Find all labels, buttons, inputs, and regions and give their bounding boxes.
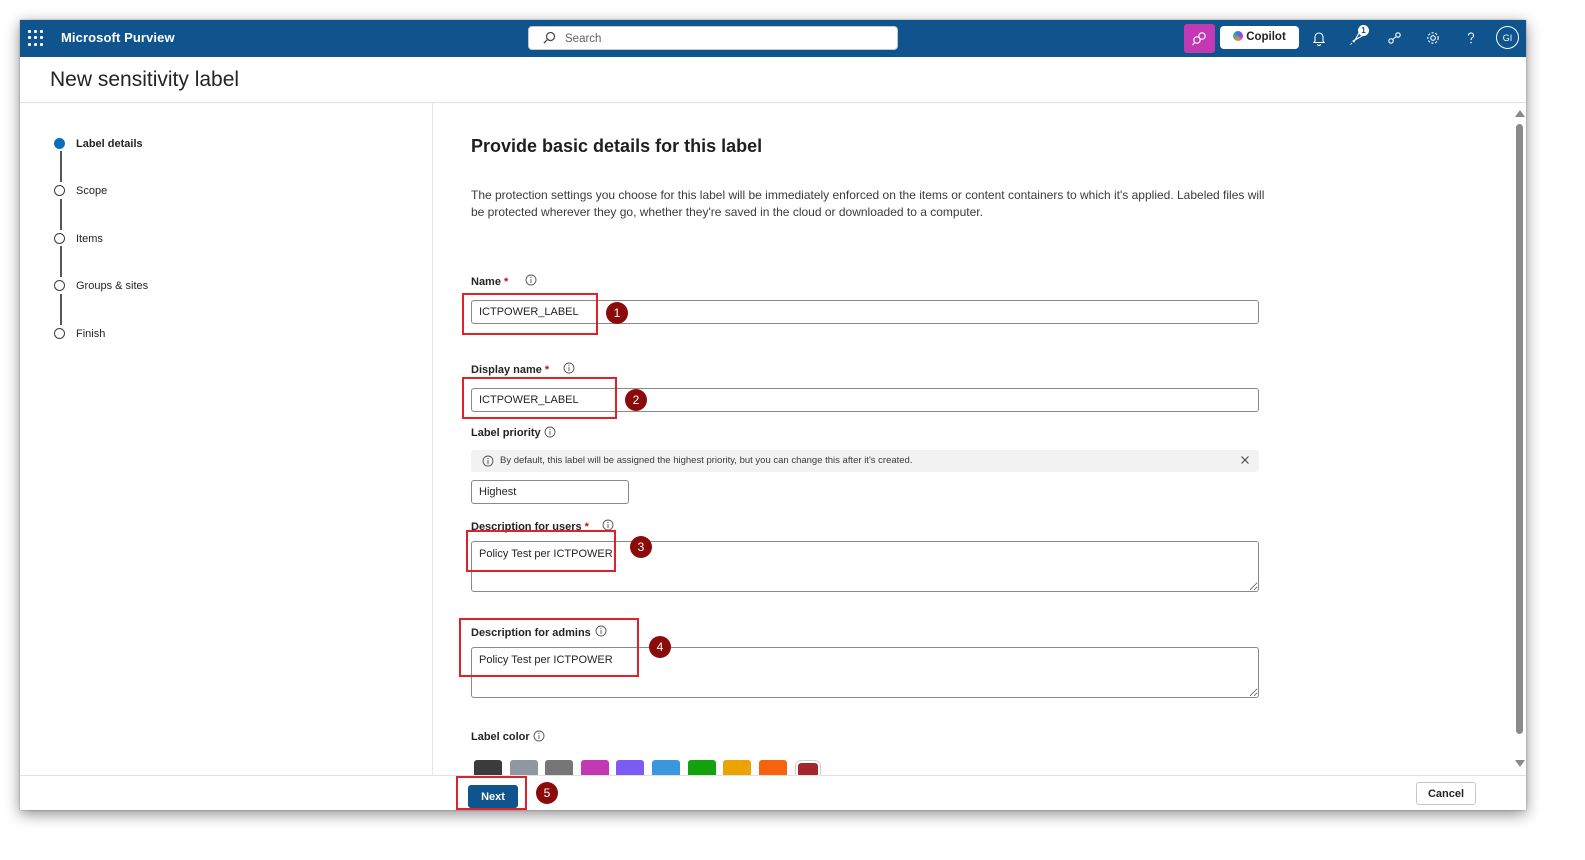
avatar[interactable]: GI — [1496, 26, 1519, 49]
gear-icon[interactable] — [1423, 28, 1443, 48]
step-label: Label details — [76, 138, 143, 150]
required-mark: * — [503, 276, 509, 288]
copilot-app-button[interactable] — [1184, 24, 1215, 53]
description-users-label: Description for users * — [471, 521, 589, 533]
step-label: Scope — [76, 185, 108, 197]
callout-number-4: 4 — [649, 636, 671, 658]
search-box[interactable] — [528, 26, 898, 50]
step-connector — [60, 294, 62, 325]
scroll-down-arrow[interactable] — [1515, 760, 1525, 767]
section-title: Provide basic details for this label — [471, 136, 763, 156]
priority-notice: By default, this label will be assigned … — [471, 450, 1259, 472]
description-admins-label: Description for admins — [471, 627, 591, 639]
step-connector — [60, 151, 62, 182]
display-name-label-text: Display name — [471, 364, 542, 376]
info-icon[interactable] — [525, 274, 537, 286]
help-icon[interactable] — [1461, 28, 1481, 48]
info-icon[interactable] — [563, 362, 575, 374]
search-input[interactable] — [563, 29, 887, 49]
callout-number-5: 5 — [536, 782, 558, 804]
display-name-input[interactable] — [471, 388, 1259, 412]
search-icon — [543, 31, 556, 44]
intro-text: The protection settings you choose for t… — [471, 188, 1265, 219]
step-indicator — [54, 280, 65, 291]
scroll-up-arrow[interactable] — [1515, 110, 1525, 117]
notification-badge: 1 — [1358, 25, 1369, 36]
notice-text: By default, this label will be assigned … — [500, 455, 913, 466]
description-admins-input[interactable]: Policy Test per ICTPOWER — [471, 647, 1259, 698]
step-label: Finish — [76, 328, 106, 340]
callout-number-2: 2 — [625, 389, 647, 411]
share-icon[interactable] — [1385, 28, 1405, 48]
next-button[interactable]: Next — [468, 785, 518, 808]
info-icon[interactable] — [595, 625, 607, 637]
label-priority-label: Label priority — [471, 427, 541, 439]
header-divider — [20, 102, 1526, 103]
info-icon[interactable] — [533, 730, 545, 742]
priority-input[interactable] — [471, 480, 629, 504]
name-label-text: Name — [471, 276, 501, 288]
required-mark: * — [544, 364, 550, 376]
name-input[interactable] — [471, 300, 1259, 324]
step-label: Items — [76, 233, 103, 245]
label-color-label: Label color — [471, 731, 530, 743]
steps-divider — [432, 103, 433, 775]
rocket-icon[interactable]: 1 — [1347, 25, 1369, 48]
step-connector — [60, 246, 62, 277]
info-icon[interactable] — [544, 426, 556, 438]
step-indicator — [54, 233, 65, 244]
info-icon — [482, 455, 494, 467]
step-connector — [60, 199, 62, 230]
copilot-icon — [1192, 32, 1206, 46]
name-label: Name * — [471, 276, 508, 288]
app-window: Microsoft Purview Copilot 1 — [20, 20, 1526, 810]
app-title[interactable]: Microsoft Purview — [61, 30, 175, 45]
copilot-button[interactable]: Copilot — [1220, 26, 1299, 49]
footer-bar: Next Cancel — [20, 775, 1526, 810]
copilot-logo-icon — [1233, 31, 1244, 41]
display-name-label: Display name * — [471, 364, 549, 376]
scrollbar-thumb[interactable] — [1516, 124, 1523, 734]
step-indicator — [54, 185, 65, 196]
close-icon[interactable] — [1239, 454, 1251, 466]
step-indicator — [54, 328, 65, 339]
callout-number-3: 3 — [630, 536, 652, 558]
description-users-input[interactable]: Policy Test per ICTPOWER — [471, 541, 1259, 592]
required-mark: * — [584, 521, 589, 533]
description-users-label-text: Description for users — [471, 521, 582, 533]
top-bar: Microsoft Purview Copilot 1 — [20, 20, 1526, 57]
app-launcher-icon[interactable] — [28, 30, 44, 46]
copilot-label: Copilot — [1246, 31, 1286, 43]
info-icon[interactable] — [602, 519, 614, 531]
cancel-button[interactable]: Cancel — [1416, 782, 1476, 805]
bell-icon[interactable] — [1309, 28, 1329, 48]
page-title: New sensitivity label — [50, 68, 240, 91]
step-indicator — [54, 138, 65, 149]
step-label: Groups & sites — [76, 280, 149, 292]
callout-number-1: 1 — [606, 302, 628, 324]
